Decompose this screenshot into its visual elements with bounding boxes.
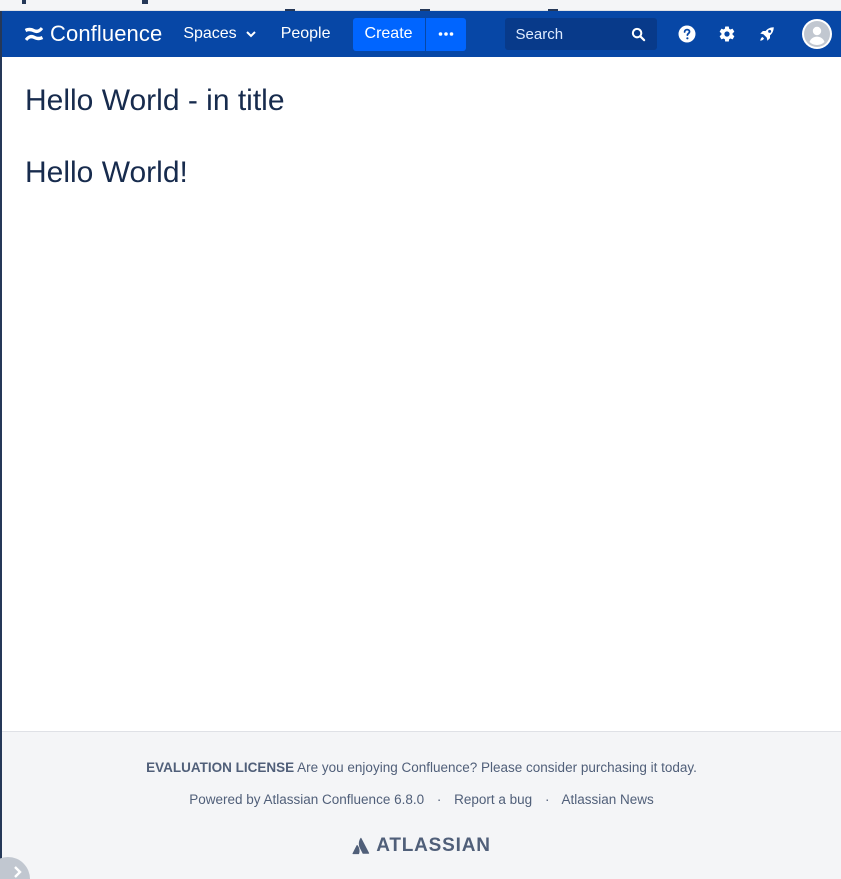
evaluation-license-notice: EVALUATION LICENSE Are you enjoying Conf… — [2, 760, 841, 775]
footer-separator: · — [436, 792, 442, 807]
search-icon[interactable] — [631, 27, 646, 42]
create-button[interactable]: Create — [352, 17, 425, 51]
atlassian-logo-icon — [352, 837, 370, 855]
powered-by-link[interactable]: Powered by Atlassian Confluence 6.8.0 — [189, 792, 424, 807]
confluence-logo-text: Confluence — [50, 21, 163, 46]
settings-button[interactable] — [707, 16, 747, 52]
chevron-down-icon — [245, 31, 256, 38]
gear-icon — [719, 26, 734, 42]
notifications-button[interactable] — [747, 16, 787, 52]
confluence-logo-icon — [24, 27, 44, 41]
browser-top-strip — [0, 0, 841, 11]
avatar-icon — [803, 21, 830, 47]
strip-mark — [22, 0, 26, 4]
footer-links: Powered by Atlassian Confluence 6.8.0 · … — [2, 792, 841, 807]
rocket-icon — [759, 27, 774, 41]
strip-mark — [142, 0, 148, 4]
people-label: People — [280, 25, 331, 42]
search-box[interactable] — [504, 18, 657, 50]
footer-separator: · — [544, 792, 550, 807]
spaces-menu[interactable]: Spaces — [175, 18, 264, 50]
help-button[interactable] — [667, 16, 707, 52]
page-content: Hello World - in title Hello World! — [25, 82, 285, 192]
search-input[interactable] — [515, 25, 631, 43]
atlassian-logo[interactable]: ATLASSIAN — [2, 835, 841, 857]
chevron-right-icon — [14, 866, 22, 878]
more-dots-icon — [438, 32, 453, 36]
create-button-group: Create — [352, 17, 466, 51]
create-more-button[interactable] — [425, 17, 466, 51]
user-avatar[interactable] — [801, 19, 832, 49]
top-navigation-bar: Confluence Spaces People Create — [2, 11, 841, 57]
help-icon — [678, 25, 696, 43]
atlassian-logo-text: ATLASSIAN — [376, 835, 491, 856]
atlassian-news-link[interactable]: Atlassian News — [561, 792, 653, 807]
license-label: EVALUATION LICENSE — [146, 760, 295, 775]
license-message: Are you enjoying Confluence? Please cons… — [297, 760, 697, 775]
body-heading: Hello World! — [25, 156, 188, 189]
people-link[interactable]: People — [273, 18, 339, 50]
confluence-home-link[interactable]: Confluence — [23, 11, 162, 57]
page-title: Hello World - in title — [25, 84, 285, 117]
page-footer: EVALUATION LICENSE Are you enjoying Conf… — [2, 731, 841, 879]
report-bug-link[interactable]: Report a bug — [454, 792, 532, 807]
spaces-label: Spaces — [183, 25, 237, 42]
